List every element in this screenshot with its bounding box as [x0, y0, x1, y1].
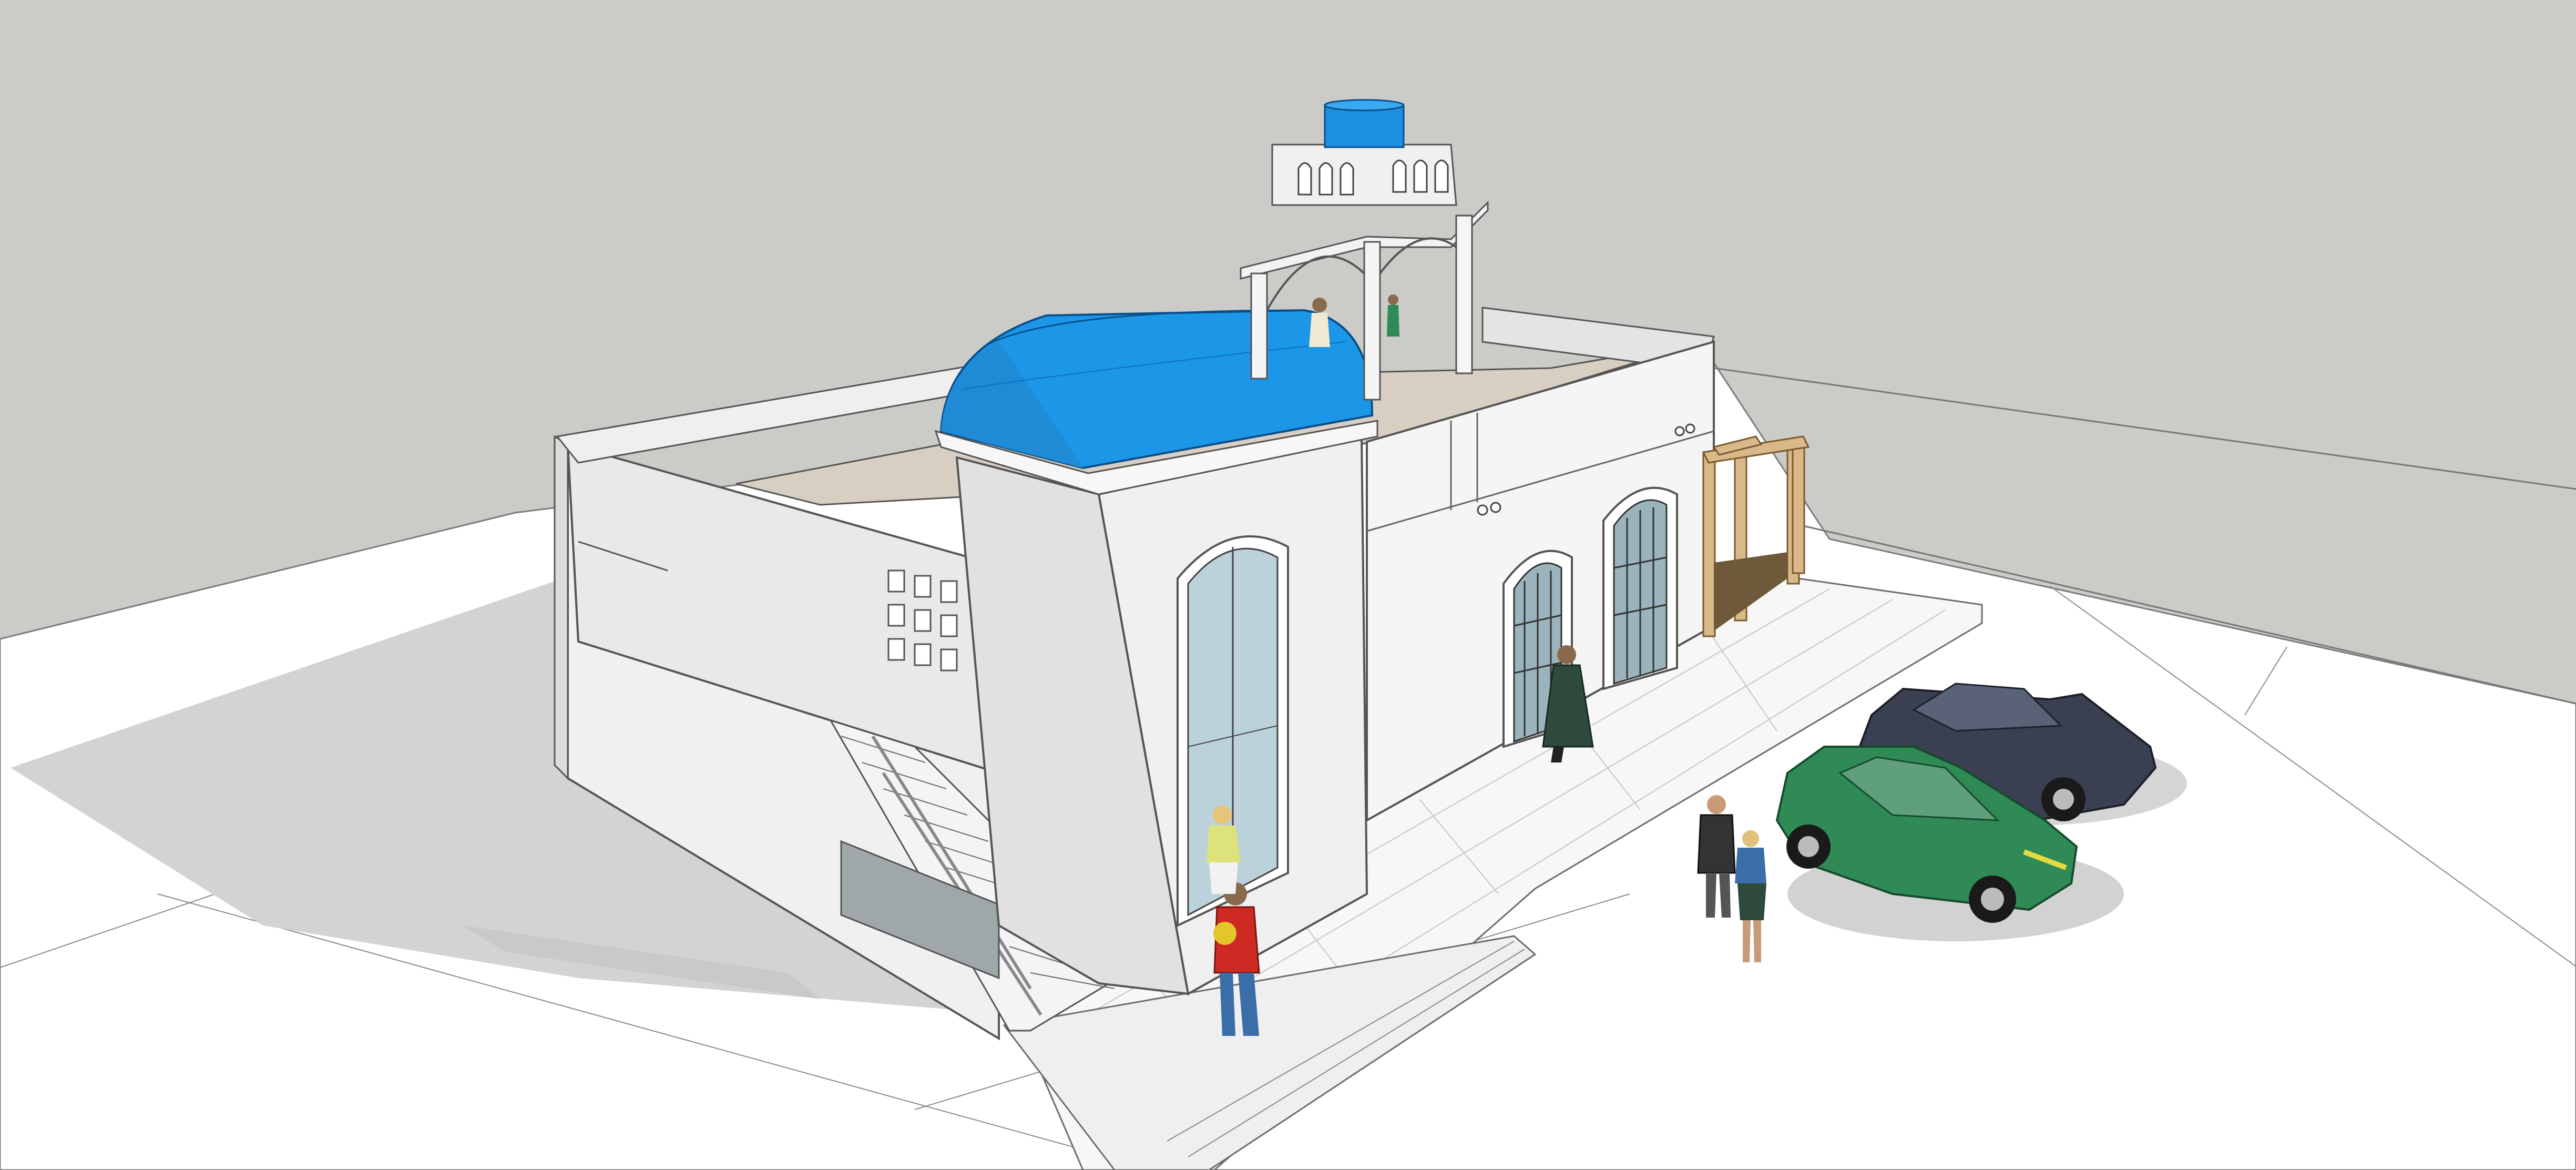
building-model-render[interactable] — [0, 0, 2576, 1170]
vent-block-grid — [887, 569, 958, 672]
left-wing-side-wall — [554, 435, 569, 780]
arched-window-2 — [1602, 486, 1678, 690]
viewport-label — [0, 0, 1, 1]
model-viewport[interactable] — [0, 0, 2576, 1170]
water-tank-icon — [1324, 99, 1405, 148]
